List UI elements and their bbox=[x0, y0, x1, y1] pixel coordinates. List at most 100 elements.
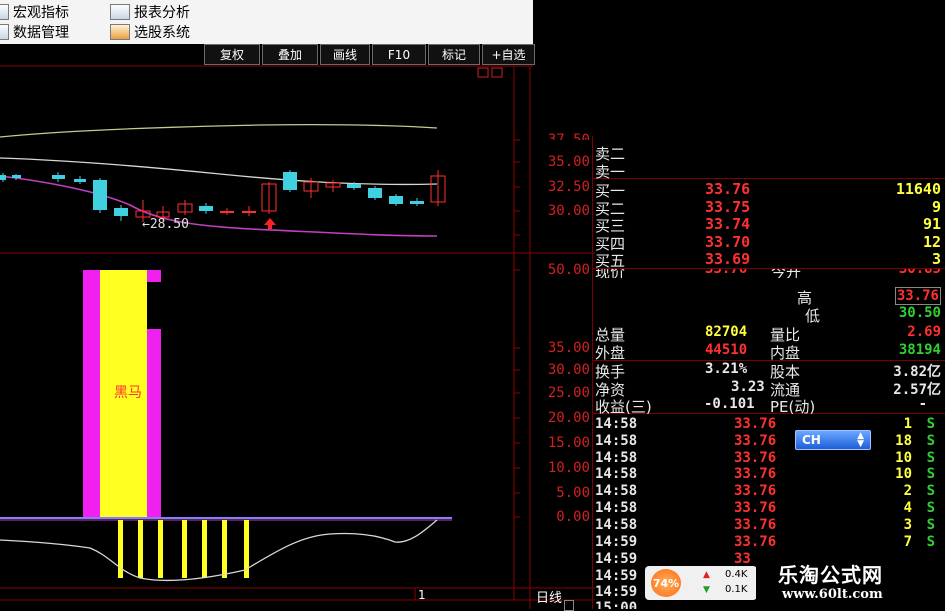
candle bbox=[52, 175, 65, 179]
tick-price: 33.76 bbox=[734, 416, 777, 432]
tick-time: 14:58 bbox=[595, 433, 638, 449]
network-speed-badge[interactable]: 74% ▲ 0.4K ▼ 0.1K bbox=[645, 566, 757, 600]
price-tick-partial: 37.50 bbox=[547, 132, 590, 140]
ask-label: 卖一 bbox=[595, 163, 626, 181]
tick-time: 14:58 bbox=[595, 466, 638, 482]
menu-label: 选股系统 bbox=[134, 25, 190, 41]
stat-value: 3.21% bbox=[705, 361, 748, 377]
indicator-tick: 30.00 bbox=[547, 362, 590, 378]
ime-menu-icon[interactable]: ▲ ▼ bbox=[857, 432, 864, 449]
stat-value: 82704 bbox=[705, 324, 748, 340]
candle bbox=[410, 201, 424, 204]
bid-price: 33.70 bbox=[705, 233, 751, 251]
tick-price: 33 bbox=[734, 551, 751, 567]
candle bbox=[93, 180, 107, 210]
collapse-icon[interactable] bbox=[477, 67, 489, 78]
bid-price: 33.74 bbox=[705, 215, 751, 233]
current-price-row: 现价 33.76 今开 30.85 bbox=[595, 269, 945, 278]
tick-time: 14:59 bbox=[595, 534, 638, 550]
tick-time: 14:58 bbox=[595, 500, 638, 516]
buy-signal-arrow-icon bbox=[264, 218, 276, 229]
draw-line-button[interactable]: 画线 bbox=[320, 44, 370, 65]
tick-price: 33.76 bbox=[734, 483, 777, 499]
negative-bars bbox=[118, 520, 249, 578]
bid-label: 买五 bbox=[595, 252, 626, 270]
stat-value: 30.50 bbox=[898, 305, 941, 321]
lower-band-line bbox=[0, 175, 438, 237]
price-tick-marks bbox=[514, 139, 520, 518]
candle bbox=[389, 196, 403, 204]
stat-label: 低 bbox=[805, 307, 821, 325]
indicator-tick: 15.00 bbox=[547, 435, 590, 451]
add-watchlist-button[interactable]: +自选 bbox=[482, 44, 535, 65]
stat-label: 收益(三) bbox=[595, 398, 652, 416]
tick-side: S bbox=[926, 433, 935, 449]
indicator-tick: 20.00 bbox=[547, 410, 590, 426]
candle bbox=[220, 211, 234, 213]
menu-data-management[interactable]: 数据管理 bbox=[0, 22, 69, 42]
tick-time: 14:59 bbox=[595, 584, 638, 600]
ask-row: 卖二 bbox=[595, 143, 945, 163]
stat-label: 量比 bbox=[770, 326, 801, 342]
bid-price: 33.76 bbox=[705, 180, 751, 198]
stat-label: 现价 bbox=[595, 269, 626, 278]
menu-macro-indicators[interactable]: 宏观指标 bbox=[0, 2, 69, 22]
scroll-icon[interactable] bbox=[564, 600, 574, 611]
stat-value: -0.101 bbox=[704, 396, 755, 412]
indicator-tick: 35.00 bbox=[547, 340, 590, 356]
stat-label: PE(动) bbox=[770, 398, 816, 416]
tick-price: 33.76 bbox=[734, 450, 777, 466]
bid-price: 33.75 bbox=[705, 198, 751, 216]
stat-value: 30.85 bbox=[898, 269, 941, 277]
stat-volume-row: 总量 82704 量比 2.69 bbox=[595, 324, 945, 342]
stat-high-row: 高 33.76 bbox=[595, 287, 945, 307]
watermark-url: www.60lt.com bbox=[782, 587, 883, 602]
bid-row: 买一 33.76 11640 bbox=[595, 180, 945, 200]
menu-label: 宏观指标 bbox=[13, 5, 69, 21]
f10-button[interactable]: F10 bbox=[372, 44, 426, 65]
panel-left-border bbox=[592, 136, 593, 609]
candle bbox=[0, 175, 6, 180]
candle bbox=[74, 179, 86, 182]
download-speed: 0.1K bbox=[725, 584, 748, 595]
bottom-tab-number[interactable]: 1 bbox=[418, 588, 426, 602]
tick-price: 33.76 bbox=[734, 517, 777, 533]
window-icon[interactable] bbox=[491, 67, 503, 78]
speed-percent: 74% bbox=[651, 569, 681, 597]
candle bbox=[347, 184, 361, 188]
tick-price: 33.76 bbox=[734, 500, 777, 516]
watermark: 乐淘公式网 www.60lt.com bbox=[756, 556, 945, 609]
indicator-tick: 10.00 bbox=[547, 460, 590, 476]
database-icon bbox=[0, 24, 9, 40]
ime-language-widget[interactable]: CH ▲ ▼ bbox=[795, 430, 871, 450]
restore-rights-button[interactable]: 复权 bbox=[204, 44, 260, 65]
bid-volume: 12 bbox=[922, 233, 941, 251]
daily-period-label[interactable]: 日线 bbox=[536, 587, 562, 606]
overlay-button[interactable]: 叠加 bbox=[262, 44, 318, 65]
tick-row: 14:58 33.76 1 S bbox=[595, 416, 945, 433]
candle bbox=[12, 175, 21, 178]
indicator-bar-magenta bbox=[147, 270, 161, 282]
stat-value: 33.76 bbox=[705, 269, 748, 277]
tick-price: 33.76 bbox=[734, 466, 777, 482]
tick-time: 14:58 bbox=[595, 450, 638, 466]
tick-volume: 7 bbox=[903, 534, 912, 550]
oscillator-line bbox=[0, 519, 438, 582]
menu-report-analysis[interactable]: 报表分析 bbox=[110, 2, 190, 22]
tick-volume: 4 bbox=[903, 500, 912, 516]
menu-stock-selection[interactable]: 选股系统 bbox=[110, 22, 190, 42]
stat-turnover-row: 换手 3.21% 股本 3.82亿 bbox=[595, 361, 945, 381]
mark-button[interactable]: 标记 bbox=[428, 44, 480, 65]
indicator-tick: 5.00 bbox=[556, 485, 590, 501]
tick-volume: 1 bbox=[903, 416, 912, 432]
stat-low-row: 低 30.50 bbox=[595, 305, 945, 325]
tick-side: S bbox=[926, 483, 935, 499]
price-tick: 30.00 bbox=[547, 203, 590, 219]
tick-row: 14:58 33.76 2 S bbox=[595, 483, 945, 500]
stat-value: 44510 bbox=[705, 342, 748, 358]
low-price-marker: ←28.50 bbox=[142, 217, 189, 232]
tick-row: 14:58 33.76 10 S bbox=[595, 466, 945, 483]
filter-icon bbox=[110, 24, 130, 40]
tick-row: 14:58 33.76 18 S bbox=[595, 433, 945, 450]
tick-row: 14:58 33.76 10 S bbox=[595, 450, 945, 467]
